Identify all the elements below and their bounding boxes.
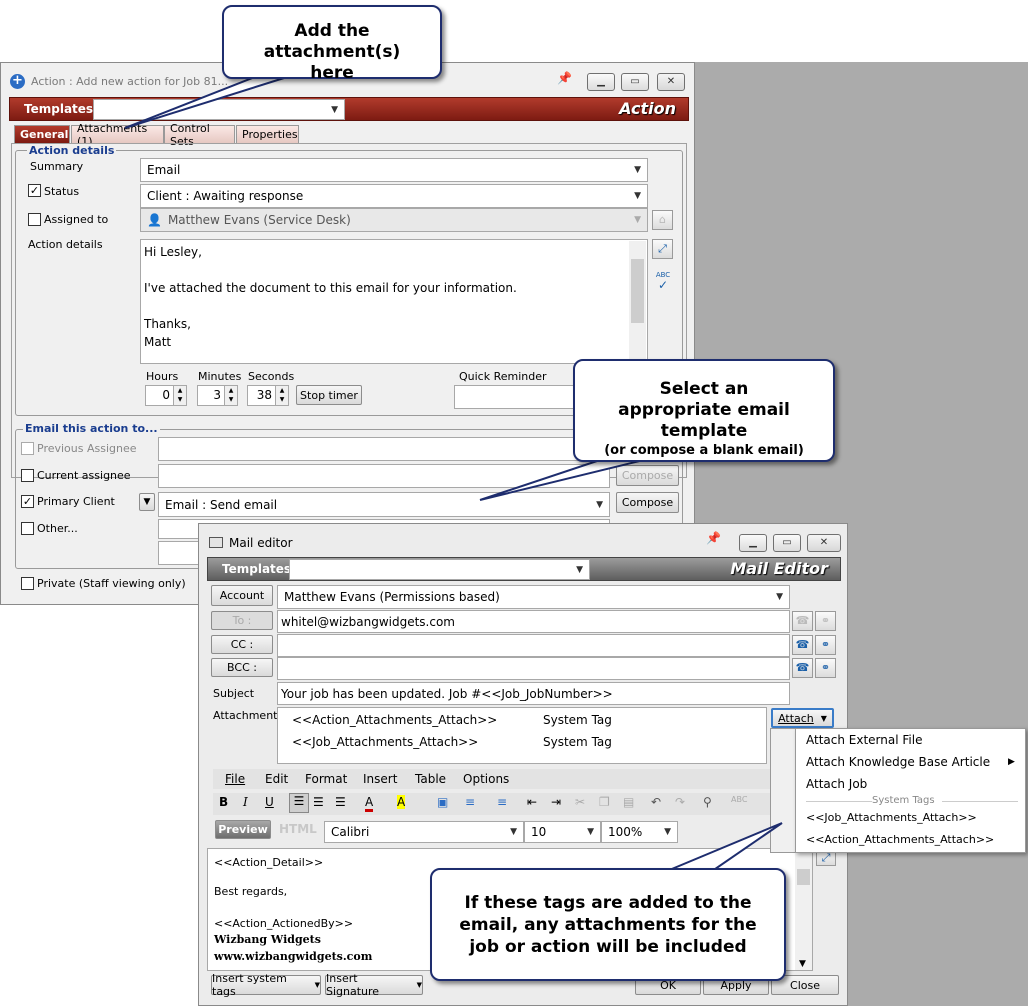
callout-pointer-template [479,455,661,501]
callout-pointer-top [124,72,301,129]
callout-attachments: Add the attachment(s) here [222,5,442,83]
callout-pointers [124,72,783,877]
callout-tags: If these tags are added to the email, an… [430,868,786,981]
callout-template-line1: Select an appropriate email template [618,379,790,441]
callout-template: Select an appropriate email template (or… [573,359,835,462]
callout-template-line2: (or compose a blank email) [604,443,804,458]
